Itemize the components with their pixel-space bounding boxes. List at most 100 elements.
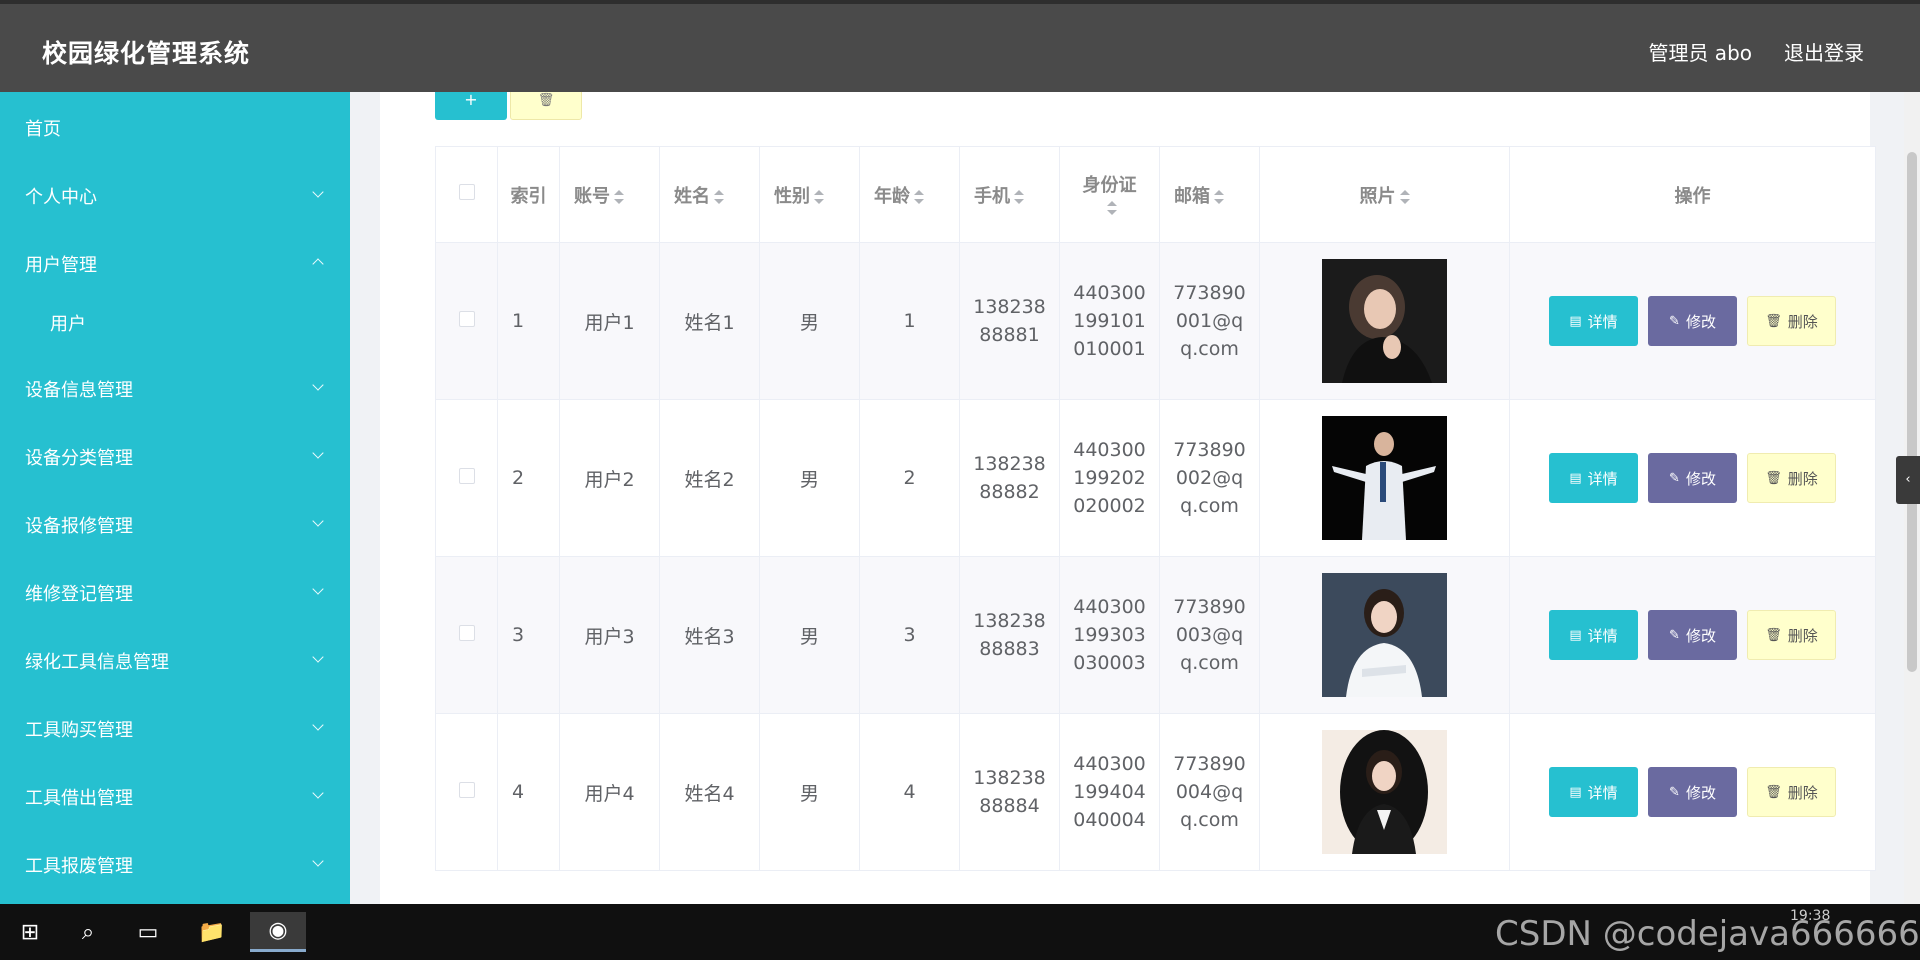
detail-button[interactable]: ▤ 详情 xyxy=(1549,453,1638,503)
cell-actions: ▤ 详情 ✎ 修改 🗑 删除 xyxy=(1509,556,1876,714)
pencil-icon: ✎ xyxy=(1669,784,1680,800)
trash-icon: 🗑 xyxy=(1765,784,1782,800)
select-all-cell xyxy=(435,146,498,243)
task-view-icon[interactable]: ▭ xyxy=(128,912,168,952)
col-age[interactable]: 年龄 xyxy=(859,146,960,243)
edit-button[interactable]: ✎ 修改 xyxy=(1648,610,1737,660)
edit-button[interactable]: ✎ 修改 xyxy=(1648,296,1737,346)
sidebar-item-7[interactable]: 维修登记管理 xyxy=(0,567,350,617)
sidebar-item-label: 设备报修管理 xyxy=(25,516,133,537)
sort-icon[interactable] xyxy=(714,189,724,204)
cell-email: 773890003@qq.com xyxy=(1159,556,1260,714)
bulk-delete-button[interactable]: 🗑 xyxy=(510,92,582,120)
delete-button[interactable]: 🗑 删除 xyxy=(1747,767,1836,817)
logout-link[interactable]: 退出登录 xyxy=(1784,37,1864,66)
row-checkbox[interactable] xyxy=(458,782,475,798)
sort-icon[interactable] xyxy=(1399,189,1410,204)
sort-icon[interactable] xyxy=(614,189,624,204)
cell-photo xyxy=(1259,399,1510,557)
cell-name: 姓名2 xyxy=(659,399,760,557)
sort-icon[interactable] xyxy=(1106,201,1117,215)
col-phone[interactable]: 手机 xyxy=(959,146,1060,243)
document-icon: ▤ xyxy=(1569,784,1582,800)
trash-icon: 🗑 xyxy=(1765,470,1782,486)
delete-button[interactable]: 🗑 删除 xyxy=(1747,453,1836,503)
scrollbar-thumb[interactable] xyxy=(1907,152,1917,672)
chevron-left-icon: ‹ xyxy=(1905,472,1911,487)
cell-name: 姓名1 xyxy=(659,242,760,400)
sort-icon[interactable] xyxy=(914,189,924,204)
cell-index: 4 xyxy=(497,713,560,871)
cell-phone: 13823888884 xyxy=(959,713,1060,871)
cell-account: 用户3 xyxy=(559,556,660,714)
chevron-down-icon xyxy=(312,447,324,459)
cell-photo xyxy=(1259,556,1510,714)
select-all-checkbox[interactable] xyxy=(458,184,475,200)
windows-start-icon[interactable]: ⊞ xyxy=(10,912,50,952)
cell-email: 773890002@qq.com xyxy=(1159,399,1260,557)
sort-icon[interactable] xyxy=(814,189,824,204)
main-content: + 🗑 索引 账号 姓名 性别 年龄 手机 身份证 邮箱 照片 操作 1 用户1… xyxy=(350,92,1920,904)
col-idcard[interactable]: 身份证 xyxy=(1059,146,1160,243)
cell-phone: 13823888881 xyxy=(959,242,1060,400)
row-select-cell xyxy=(435,556,498,714)
delete-button[interactable]: 🗑 删除 xyxy=(1747,296,1836,346)
edit-button[interactable]: ✎ 修改 xyxy=(1648,767,1737,817)
chevron-down-icon xyxy=(312,515,324,527)
user-photo[interactable] xyxy=(1322,416,1447,540)
cell-phone: 13823888882 xyxy=(959,399,1060,557)
detail-button[interactable]: ▤ 详情 xyxy=(1549,767,1638,817)
trash-icon: 🗑 xyxy=(1765,313,1782,329)
trash-icon: 🗑 xyxy=(1765,627,1782,643)
row-checkbox[interactable] xyxy=(458,468,475,484)
sidebar-item-11[interactable]: 工具报废管理 xyxy=(0,839,350,889)
detail-button[interactable]: ▤ 详情 xyxy=(1549,610,1638,660)
user-photo[interactable] xyxy=(1322,573,1447,697)
col-gender[interactable]: 性别 xyxy=(759,146,860,243)
sidebar-item-3[interactable]: 用户 xyxy=(0,297,350,347)
csdn-watermark: CSDN @codejava666666 xyxy=(1495,914,1920,954)
sidebar-item-4[interactable]: 设备信息管理 xyxy=(0,363,350,413)
sidebar-item-6[interactable]: 设备报修管理 xyxy=(0,499,350,549)
row-checkbox[interactable] xyxy=(458,625,475,641)
sidebar-item-label: 绿化工具信息管理 xyxy=(25,652,169,673)
search-icon[interactable]: ⌕ xyxy=(68,912,108,952)
col-account[interactable]: 账号 xyxy=(559,146,660,243)
user-photo[interactable] xyxy=(1322,259,1447,383)
col-email[interactable]: 邮箱 xyxy=(1159,146,1260,243)
col-photo[interactable]: 照片 xyxy=(1259,146,1510,243)
cell-photo xyxy=(1259,242,1510,400)
sort-icon[interactable] xyxy=(1214,189,1224,204)
document-icon: ▤ xyxy=(1569,470,1582,486)
sidebar-item-1[interactable]: 个人中心 xyxy=(0,170,350,220)
pencil-icon: ✎ xyxy=(1669,313,1680,329)
cell-idcard: 440300199404040004 xyxy=(1059,713,1160,871)
app-title: 校园绿化管理系统 xyxy=(42,39,251,68)
row-checkbox[interactable] xyxy=(458,311,475,327)
user-photo[interactable] xyxy=(1322,730,1447,854)
user-table: 索引 账号 姓名 性别 年龄 手机 身份证 邮箱 照片 操作 1 用户1 姓名1 男 1… xyxy=(435,146,1876,871)
sidebar-item-0[interactable]: 首页 xyxy=(0,102,350,152)
chevron-down-icon xyxy=(312,719,324,731)
chevron-down-icon xyxy=(312,651,324,663)
detail-button[interactable]: ▤ 详情 xyxy=(1549,296,1638,346)
sidebar-item-label: 设备分类管理 xyxy=(25,448,133,469)
taskbar-clock: 19:38 xyxy=(1790,908,1831,924)
file-explorer-icon[interactable]: 📁 xyxy=(192,912,232,952)
col-actions: 操作 xyxy=(1509,146,1876,243)
sidebar-item-5[interactable]: 设备分类管理 xyxy=(0,431,350,481)
sidebar-item-2[interactable]: 用户管理 xyxy=(0,238,350,288)
col-name[interactable]: 姓名 xyxy=(659,146,760,243)
sidebar-item-label: 工具报废管理 xyxy=(25,856,133,877)
edit-button[interactable]: ✎ 修改 xyxy=(1648,453,1737,503)
cell-actions: ▤ 详情 ✎ 修改 🗑 删除 xyxy=(1509,242,1876,400)
sort-icon[interactable] xyxy=(1014,189,1024,204)
sidebar-item-10[interactable]: 工具借出管理 xyxy=(0,771,350,821)
collapse-side-tab[interactable]: ‹ xyxy=(1896,456,1920,504)
sidebar-item-8[interactable]: 绿化工具信息管理 xyxy=(0,635,350,685)
chrome-icon[interactable]: ◉ xyxy=(250,912,306,952)
delete-button[interactable]: 🗑 删除 xyxy=(1747,610,1836,660)
add-button[interactable]: + xyxy=(435,92,507,120)
sidebar-item-9[interactable]: 工具购买管理 xyxy=(0,703,350,753)
cell-gender: 男 xyxy=(759,713,860,871)
